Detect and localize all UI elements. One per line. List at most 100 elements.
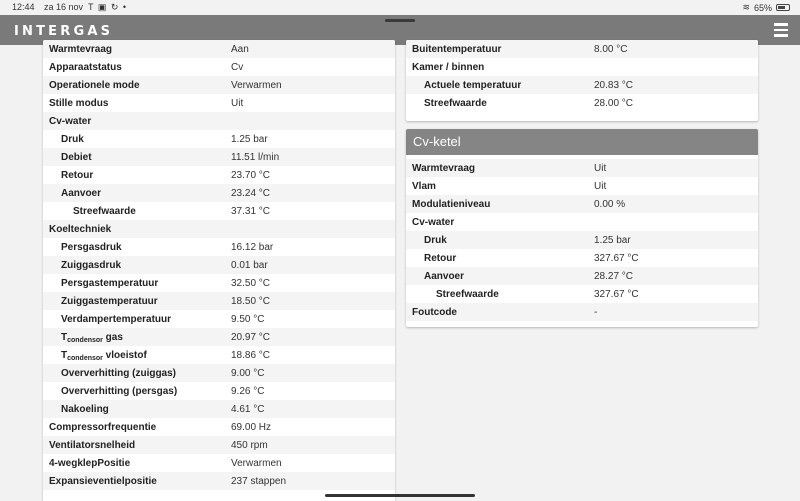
table-row: Zuiggasdruk 0.01 bar bbox=[43, 256, 395, 274]
temperature-card: Buitentemperatuur 8.00 °C Kamer / binnen Ac… bbox=[406, 40, 758, 121]
row-value: - bbox=[588, 303, 758, 321]
row-value bbox=[588, 58, 758, 76]
row-label: Koeltechniek bbox=[43, 220, 225, 238]
table-row: Koeltechniek bbox=[43, 220, 395, 238]
table-row: Streefwaarde 37.31 °C bbox=[43, 202, 395, 220]
row-value: 327.67 °C bbox=[594, 288, 639, 300]
temperature-table: Buitentemperatuur 8.00 °C Kamer / binnen Ac… bbox=[406, 40, 758, 112]
table-row: Oververhitting (persgas) 9.26 °C bbox=[43, 382, 395, 400]
row-value bbox=[225, 220, 395, 238]
table-row: Modulatieniveau 0.00 % bbox=[406, 195, 758, 213]
table-row: Operationele mode Verwarmen bbox=[43, 76, 395, 94]
home-indicator[interactable] bbox=[325, 494, 475, 497]
row-label: Streefwaarde bbox=[424, 97, 487, 109]
row-label: Streefwaarde bbox=[73, 205, 136, 217]
row-label: Compressorfrequentie bbox=[49, 421, 157, 433]
row-label: Aanvoer bbox=[43, 184, 225, 202]
row-label: Nakoeling bbox=[43, 400, 225, 418]
row-value bbox=[588, 213, 758, 231]
battery-percentage: 65% bbox=[753, 2, 772, 13]
row-value: Uit bbox=[231, 97, 244, 109]
row-value: 23.70 °C bbox=[231, 169, 271, 181]
status-bar: 12:44 za 16 nov T ▣ ↻ • ≋ 65% bbox=[0, 0, 800, 15]
row-value: 69.00 Hz bbox=[231, 421, 272, 433]
table-row: Retour 327.67 °C bbox=[406, 249, 758, 267]
row-value: 37.31 °C bbox=[231, 205, 271, 217]
row-value: 11.51 l/min bbox=[225, 148, 395, 166]
table-row: Oververhitting (zuiggas) 9.00 °C bbox=[43, 364, 395, 382]
row-label: Retour bbox=[61, 169, 94, 181]
row-label: Actuele temperatuur bbox=[406, 76, 588, 94]
cv-ketel-card: Cv-ketel Warmtevraag Uit Vlam Uit Modulatien… bbox=[406, 129, 758, 327]
table-row: Compressorfrequentie 69.00 Hz bbox=[43, 418, 395, 436]
row-value: Uit bbox=[588, 159, 758, 177]
row-label: Ventilatorsnelheid bbox=[43, 436, 225, 454]
row-value: 20.83 °C bbox=[588, 76, 758, 94]
table-row: Vlam Uit bbox=[406, 177, 758, 195]
table-row: 4-wegklepPositie Verwarmen bbox=[43, 454, 395, 472]
row-value: 18.50 °C bbox=[225, 292, 395, 310]
row-label: Tcondensor vloeistof bbox=[61, 349, 147, 362]
table-row: Cv-water bbox=[43, 112, 395, 130]
row-value: 237 stappen bbox=[225, 472, 395, 490]
row-value: 28.00 °C bbox=[594, 97, 634, 109]
row-value bbox=[225, 112, 395, 130]
row-value: 8.00 °C bbox=[588, 40, 758, 58]
table-row: Nakoeling 4.61 °C bbox=[43, 400, 395, 418]
table-row: Actuele temperatuur 20.83 °C bbox=[406, 76, 758, 94]
table-row: Druk 1.25 bar bbox=[43, 130, 395, 148]
row-label: 4-wegklepPositie bbox=[49, 457, 131, 469]
row-value: 9.50 °C bbox=[231, 313, 265, 325]
table-row: Tcondensor gas 20.97 °C bbox=[43, 328, 395, 346]
table-row: Streefwaarde 28.00 °C bbox=[406, 94, 758, 112]
row-value: Verwarmen bbox=[231, 457, 282, 469]
row-value: 0.00 % bbox=[588, 195, 758, 213]
row-label: Retour bbox=[424, 252, 457, 264]
table-row: Apparaatstatus Cv bbox=[43, 58, 395, 76]
row-value: Aan bbox=[225, 40, 395, 58]
table-row: Streefwaarde 327.67 °C bbox=[406, 285, 758, 303]
row-label: Operationele mode bbox=[43, 76, 225, 94]
wifi-icon: ≋ bbox=[742, 2, 750, 12]
row-label: Oververhitting (zuiggas) bbox=[43, 364, 225, 382]
row-value: 1.25 bar bbox=[588, 231, 758, 249]
battery-fill bbox=[778, 6, 786, 9]
table-row: Retour 23.70 °C bbox=[43, 166, 395, 184]
table-row: Druk 1.25 bar bbox=[406, 231, 758, 249]
cv-ketel-table: Warmtevraag Uit Vlam Uit Modulatieniveau 0.00… bbox=[406, 159, 758, 321]
row-value: 23.24 °C bbox=[225, 184, 395, 202]
row-label: Vlam bbox=[412, 180, 436, 192]
table-row: Aanvoer 23.24 °C bbox=[43, 184, 395, 202]
table-row: Stille modus Uit bbox=[43, 94, 395, 112]
row-label: Expansieventielpositie bbox=[43, 472, 225, 490]
row-value: 32.50 °C bbox=[231, 277, 271, 289]
intergas-logo: INTERGAS bbox=[14, 24, 114, 39]
table-row: Verdampertemperatuur 9.50 °C bbox=[43, 310, 395, 328]
table-row: Warmtevraag Uit bbox=[406, 159, 758, 177]
row-label: Cv-water bbox=[43, 112, 225, 130]
table-row: Cv-water bbox=[406, 213, 758, 231]
row-value: 327.67 °C bbox=[594, 252, 639, 264]
row-label: Foutcode bbox=[406, 303, 588, 321]
row-label: Modulatieniveau bbox=[406, 195, 588, 213]
row-label: Buitentemperatuur bbox=[406, 40, 588, 58]
row-label: Zuiggasdruk bbox=[43, 256, 225, 274]
table-row: Ventilatorsnelheid 450 rpm bbox=[43, 436, 395, 454]
row-label: Warmtevraag bbox=[406, 159, 588, 177]
row-label: Zuiggastemperatuur bbox=[43, 292, 225, 310]
table-row: Persgasdruk 16.12 bar bbox=[43, 238, 395, 256]
row-value: 4.61 °C bbox=[225, 400, 395, 418]
row-value: Uit bbox=[594, 180, 607, 192]
row-label: Druk bbox=[406, 231, 588, 249]
row-value: 450 rpm bbox=[225, 436, 395, 454]
row-label: Persgastemperatuur bbox=[61, 277, 159, 289]
row-value: 20.97 °C bbox=[225, 328, 395, 346]
hamburger-menu-icon[interactable] bbox=[774, 23, 788, 37]
row-value: 0.01 bar bbox=[225, 256, 395, 274]
row-label: Streefwaarde bbox=[436, 288, 499, 300]
notification-icons: T ▣ ↻ • bbox=[88, 2, 128, 12]
row-label: Debiet bbox=[43, 148, 225, 166]
row-label: Warmtevraag bbox=[43, 40, 225, 58]
row-value: 1.25 bar bbox=[231, 133, 268, 145]
window-grabber[interactable] bbox=[385, 19, 415, 22]
